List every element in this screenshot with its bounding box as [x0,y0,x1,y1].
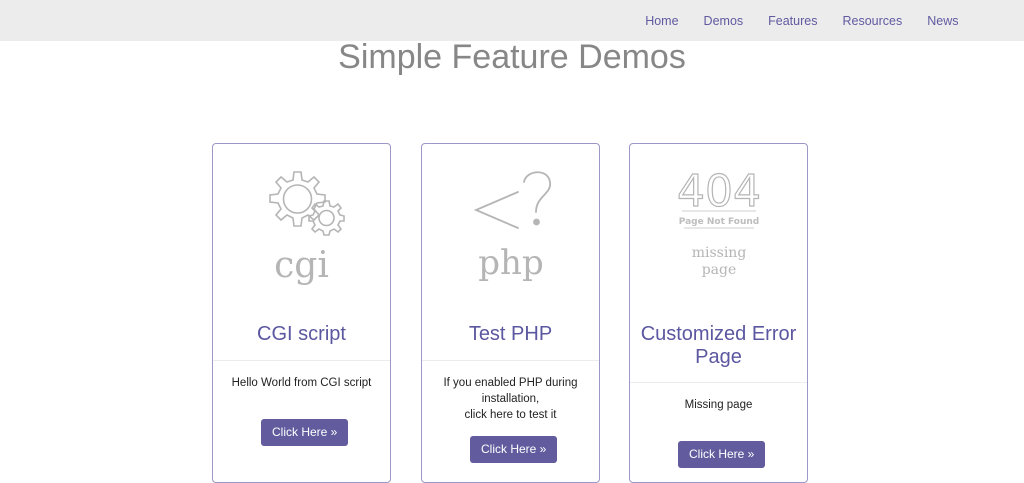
error-card-text: Missing page [638,397,799,413]
php-card-text-line-1: If you enabled PHP during [443,377,578,389]
nav-features-link[interactable]: Features [756,14,830,28]
cgi-click-here-button[interactable]: Click Here » [261,419,349,446]
404-icon-caption: Page Not Found [679,217,759,227]
card-divider [630,382,807,383]
php-icon: php [422,144,599,304]
404-page-icon: 404 Page Not Found missing page [630,144,807,304]
404-icon-code: 404 [677,166,761,217]
nav-links: Home Demos Features Resources News [633,0,971,41]
404-icon-text-line-2: page [702,262,737,278]
php-click-here-button[interactable]: Click Here » [470,436,558,463]
error-card-title-line-1: Customized Error [640,323,797,345]
page-title: Simple Feature Demos [338,38,686,76]
error-card-title: Customized Error Page [630,323,807,369]
nav-home-link[interactable]: Home [633,14,691,28]
php-card-title: Test PHP [468,323,553,345]
cgi-icon-text: cgi [274,245,329,286]
php-card-text-line-2: installation, [481,393,540,405]
cgi-card-text: Hello World from CGI script [221,375,382,391]
404-icon-text-line-1: missing [692,245,747,261]
php-icon-text: php [478,243,543,283]
php-card-text-line-3: click here to test it [464,409,557,421]
php-card-text: If you enabled PHP during installation, … [430,375,591,423]
gears-icon: cgi [213,144,390,304]
cgi-card: cgi CGI script Hello World from CGI scri… [212,143,391,483]
card-divider [213,360,390,361]
card-divider [422,360,599,361]
php-card: php Test PHP If you enabled PHP during i… [421,143,600,483]
error-click-here-button[interactable]: Click Here » [678,441,766,468]
error-card-text-line: Missing page [684,399,753,411]
cgi-card-text-line: Hello World from CGI script [231,377,372,389]
nav-news-link[interactable]: News [915,14,971,28]
error-page-card: 404 Page Not Found missing page Customiz… [629,143,808,483]
nav-demos-link[interactable]: Demos [691,14,756,28]
cgi-card-title: CGI script [257,323,346,345]
error-card-title-line-2: Page [695,346,742,368]
top-navbar: Home Demos Features Resources News [0,0,1024,41]
nav-resources-link[interactable]: Resources [830,14,915,28]
